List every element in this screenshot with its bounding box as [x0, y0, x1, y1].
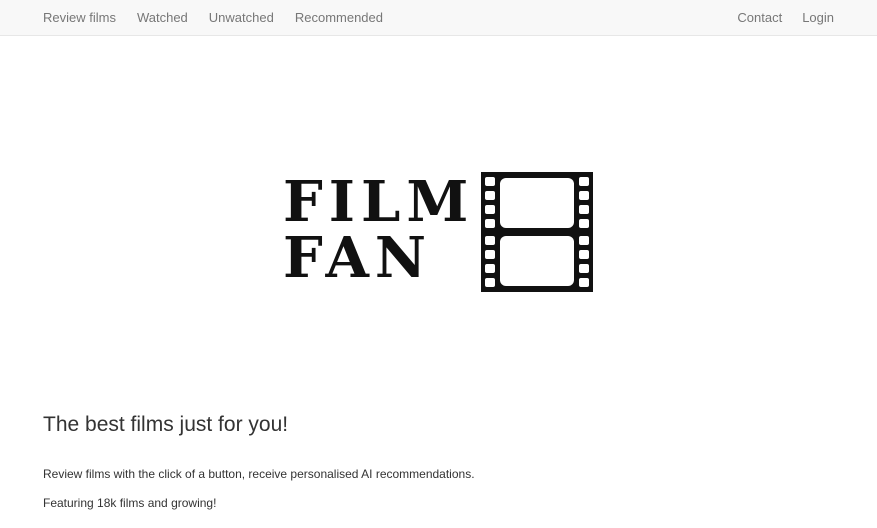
nav-link-login[interactable]: Login [802, 10, 834, 25]
intro-paragraph-1: Review films with the click of a button,… [43, 467, 475, 481]
film-fan-logo: FILM FAN [283, 168, 595, 294]
nav-link-watched[interactable]: Watched [137, 10, 188, 25]
intro-paragraph-2: Featuring 18k films and growing! [43, 496, 217, 510]
nav-right-group: Contact Login [717, 0, 834, 35]
page-tagline: The best films just for you! [43, 413, 289, 436]
nav-left-group: Review films Watched Unwatched Recommend… [43, 0, 404, 35]
film-strip-icon [481, 172, 593, 292]
nav-link-contact[interactable]: Contact [737, 10, 782, 25]
logo-line-fan: FAN [283, 225, 433, 291]
logo-line-film: FILM [283, 169, 475, 235]
nav-link-recommended[interactable]: Recommended [295, 10, 383, 25]
top-navbar: Review films Watched Unwatched Recommend… [0, 0, 877, 36]
nav-link-review-films[interactable]: Review films [43, 10, 116, 25]
nav-link-unwatched[interactable]: Unwatched [209, 10, 274, 25]
